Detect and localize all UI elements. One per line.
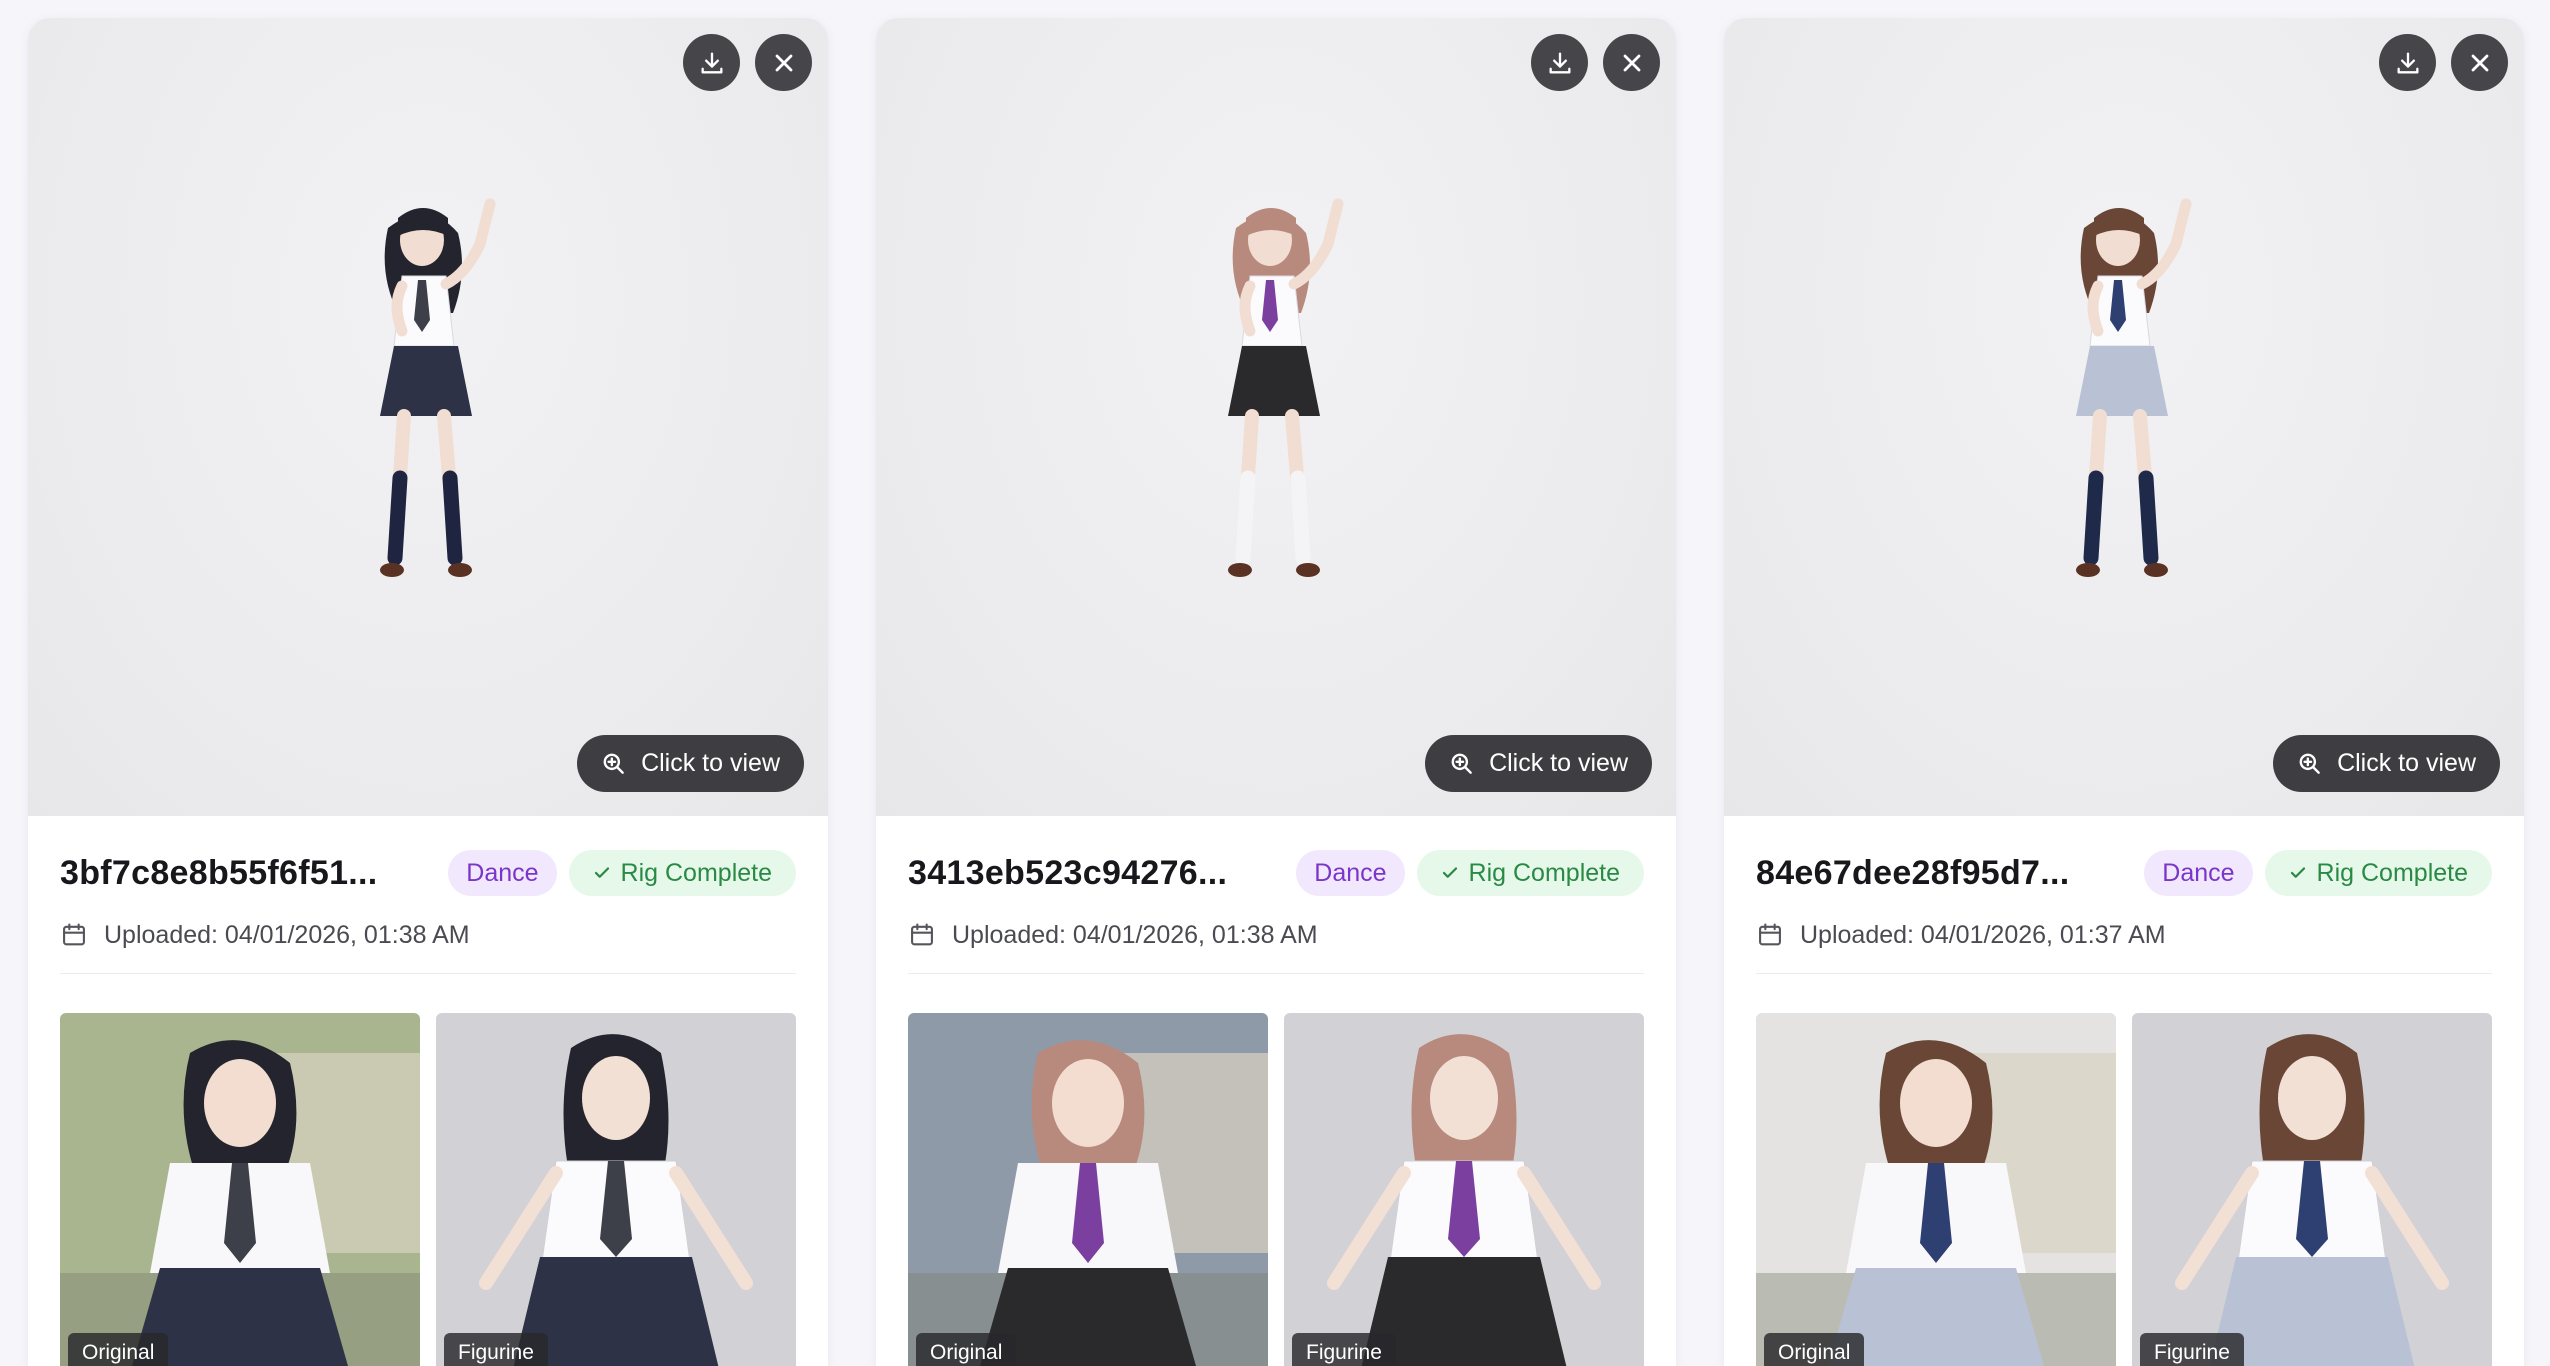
asset-id: 3bf7c8e8b55f6f51... xyxy=(60,853,378,892)
upload-date: Uploaded: 04/01/2026, 01:37 AM xyxy=(1756,915,2492,955)
original-photo-thumbnail[interactable]: Original xyxy=(908,1013,1268,1366)
asset-card: Click to view 84e67dee28f95d7... Dance R… xyxy=(1724,18,2524,1366)
divider xyxy=(1756,973,2492,974)
category-badge: Dance xyxy=(2144,850,2253,896)
zoom-in-icon xyxy=(1451,753,1472,774)
calendar-icon xyxy=(911,923,933,946)
upload-date-text: Uploaded: 04/01/2026, 01:37 AM xyxy=(1800,920,2166,949)
status-label: Rig Complete xyxy=(2316,858,2468,887)
original-photo-thumbnail[interactable]: Original xyxy=(1756,1013,2116,1366)
click-to-view-button[interactable]: Click to view xyxy=(1425,735,1652,792)
zoom-in-icon xyxy=(2299,753,2320,774)
figurine-render xyxy=(1284,1013,1644,1366)
asset-card: Click to view 3413eb523c94276... Dance R… xyxy=(876,18,1676,1366)
figurine-label: Figurine xyxy=(1292,1333,1396,1366)
original-label: Original xyxy=(1764,1333,1865,1366)
upload-date-text: Uploaded: 04/01/2026, 01:38 AM xyxy=(104,920,470,949)
click-to-view-label: Click to view xyxy=(2337,749,2476,777)
close-button[interactable] xyxy=(2451,34,2508,91)
click-to-view-button[interactable]: Click to view xyxy=(2273,735,2500,792)
divider xyxy=(908,973,1644,974)
rigged-figure-model xyxy=(2076,198,2192,577)
download-icon xyxy=(2397,52,2418,74)
original-label: Original xyxy=(68,1333,169,1366)
status-label: Rig Complete xyxy=(620,858,772,887)
calendar-icon xyxy=(1759,923,1781,946)
check-icon xyxy=(594,867,609,878)
divider xyxy=(60,973,796,974)
rigged-figure-model xyxy=(380,198,496,577)
original-photo-thumbnail[interactable]: Original xyxy=(60,1013,420,1366)
model-viewer[interactable]: Click to view xyxy=(28,18,828,816)
status-badge: Rig Complete xyxy=(568,850,796,896)
close-icon xyxy=(1623,54,1640,71)
status-badge: Rig Complete xyxy=(2264,850,2492,896)
calendar-icon xyxy=(63,923,85,946)
original-photo xyxy=(908,1013,1268,1366)
original-label: Original xyxy=(916,1333,1017,1366)
click-to-view-label: Click to view xyxy=(1489,749,1628,777)
figurine-thumbnail[interactable]: Figurine xyxy=(2132,1013,2492,1366)
figurine-render xyxy=(436,1013,796,1366)
original-photo xyxy=(1756,1013,2116,1366)
close-icon xyxy=(775,54,792,71)
download-icon xyxy=(1549,52,1570,74)
asset-id: 84e67dee28f95d7... xyxy=(1756,853,2070,892)
category-badge: Dance xyxy=(448,850,557,896)
check-icon xyxy=(1442,867,1457,878)
status-label: Rig Complete xyxy=(1468,858,1620,887)
download-button[interactable] xyxy=(683,34,740,91)
rigged-figure-model xyxy=(1228,198,1344,577)
close-button[interactable] xyxy=(755,34,812,91)
status-badge: Rig Complete xyxy=(1416,850,1644,896)
figurine-thumbnail[interactable]: Figurine xyxy=(1284,1013,1644,1366)
figurine-label: Figurine xyxy=(444,1333,548,1366)
click-to-view-button[interactable]: Click to view xyxy=(577,735,804,792)
upload-date: Uploaded: 04/01/2026, 01:38 AM xyxy=(908,915,1644,955)
figurine-render xyxy=(2132,1013,2492,1366)
check-icon xyxy=(2290,867,2305,878)
click-to-view-label: Click to view xyxy=(641,749,780,777)
close-button[interactable] xyxy=(1603,34,1660,91)
figurine-thumbnail[interactable]: Figurine xyxy=(436,1013,796,1366)
download-icon xyxy=(701,52,722,74)
download-button[interactable] xyxy=(2379,34,2436,91)
model-viewer[interactable]: Click to view xyxy=(876,18,1676,816)
asset-card: Click to view 3bf7c8e8b55f6f51... Dance … xyxy=(28,18,828,1366)
asset-id: 3413eb523c94276... xyxy=(908,853,1228,892)
figurine-label: Figurine xyxy=(2140,1333,2244,1366)
download-button[interactable] xyxy=(1531,34,1588,91)
model-viewer[interactable]: Click to view xyxy=(1724,18,2524,816)
zoom-in-icon xyxy=(603,753,624,774)
upload-date: Uploaded: 04/01/2026, 01:38 AM xyxy=(60,915,796,955)
original-photo xyxy=(60,1013,420,1366)
upload-date-text: Uploaded: 04/01/2026, 01:38 AM xyxy=(952,920,1318,949)
close-icon xyxy=(2471,54,2488,71)
category-badge: Dance xyxy=(1296,850,1405,896)
